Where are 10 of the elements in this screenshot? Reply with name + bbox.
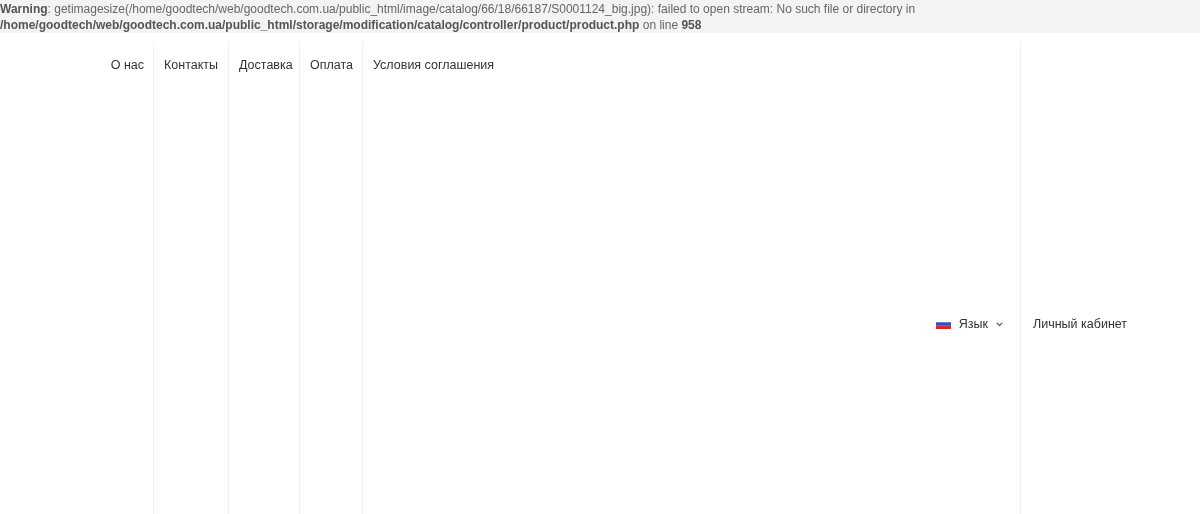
flag-icon [935, 319, 951, 329]
chevron-down-icon [996, 321, 1003, 327]
nav-link[interactable]: О нас [110, 57, 144, 73]
account-link[interactable]: Личный кабинет [1033, 316, 1128, 332]
nav-link[interactable]: Оплата [310, 57, 352, 73]
warning-message: Warning: getimagesize(/home/goodtech/web/goodtech.com.ua/public_html/image/catalog/66/18/66187/S0001124_big.jpg): failed to open stream: No such file or directory in [0, 1, 917, 17]
language-dropdown[interactable]: Язык [935, 316, 1003, 332]
nav-link[interactable]: Условия соглашения [373, 57, 1010, 73]
warning-message: /home/goodtech/web/goodtech.com.ua/public_html/storage/modification/catalog/controller/product/product.php on line 958 [0, 17, 703, 33]
nav-link[interactable]: Контакты [164, 57, 218, 73]
